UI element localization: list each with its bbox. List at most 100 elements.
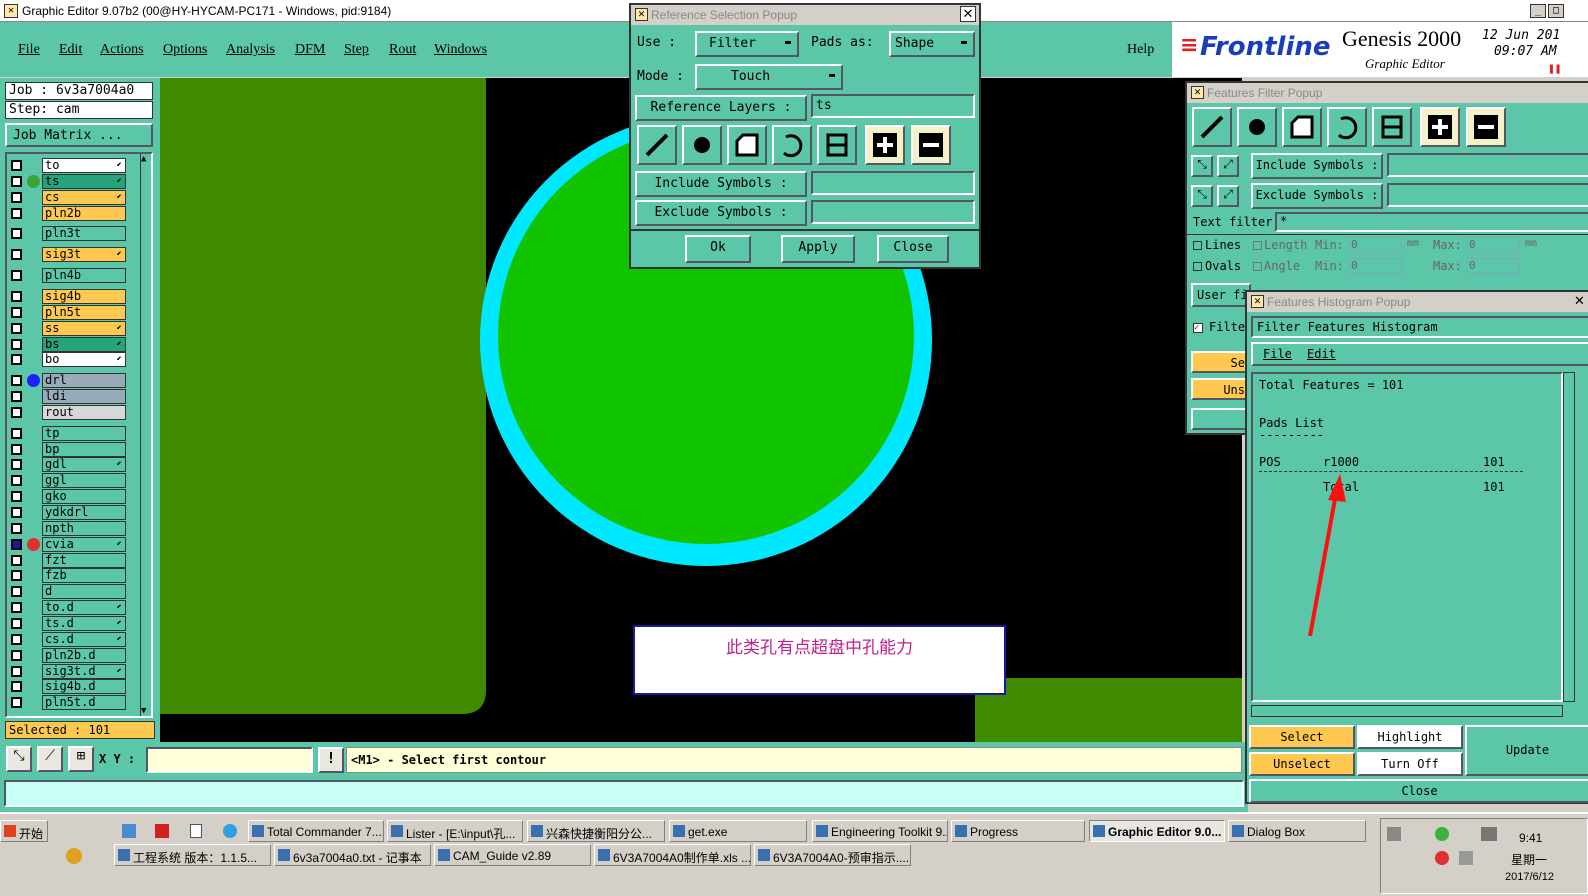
- user-filter-button[interactable]: User fi: [1191, 283, 1251, 307]
- layer-name[interactable]: sig3t.d ⬋: [42, 663, 126, 679]
- quicklaunch-icon-1[interactable]: [122, 824, 136, 838]
- line-symbol-icon[interactable]: [637, 125, 677, 165]
- layer-row[interactable]: gko: [8, 489, 126, 505]
- layer-row[interactable]: bo ⬋: [8, 352, 126, 368]
- layer-checkbox[interactable]: [11, 338, 22, 350]
- layer-name[interactable]: pln2b.d: [42, 647, 126, 663]
- filter-positive-icon[interactable]: [1420, 107, 1460, 147]
- layer-name[interactable]: bp: [42, 441, 126, 457]
- layer-name[interactable]: ydkdrl: [42, 505, 126, 520]
- taskbar-button[interactable]: CAM_Guide v2.89: [434, 844, 591, 866]
- layer-name[interactable]: gdl ⬋: [42, 457, 126, 473]
- layer-name[interactable]: sig3t ⬋: [42, 247, 126, 263]
- menu-step[interactable]: Step: [344, 42, 369, 58]
- job-matrix-button[interactable]: Job Matrix ...: [5, 123, 153, 147]
- hist-menu-file[interactable]: File: [1263, 347, 1292, 361]
- lines-checkbox[interactable]: [1193, 241, 1202, 250]
- layer-name[interactable]: pln5t.d: [42, 695, 126, 711]
- layer-checkbox[interactable]: [11, 191, 22, 203]
- scroll-up-icon[interactable]: ▲: [141, 154, 146, 164]
- layer-name[interactable]: pln3t: [42, 226, 126, 242]
- hist-hscrollbar[interactable]: [1251, 705, 1563, 717]
- layer-checkbox[interactable]: [11, 228, 22, 240]
- filter-text-icon[interactable]: [1372, 107, 1412, 147]
- network-icon[interactable]: [1481, 827, 1497, 841]
- layer-checkbox[interactable]: [11, 249, 22, 261]
- layer-checkbox[interactable]: [11, 306, 22, 318]
- taskbar-button[interactable]: Dialog Box: [1228, 820, 1366, 842]
- filter-exclude-input[interactable]: [1387, 183, 1588, 207]
- ok-button[interactable]: Ok: [685, 235, 751, 263]
- layer-row[interactable]: pln5t.d: [8, 695, 126, 711]
- length-min-input[interactable]: 0: [1348, 237, 1402, 253]
- layer-name[interactable]: rout: [42, 404, 126, 420]
- length-max-input[interactable]: 0: [1466, 237, 1520, 253]
- filter-line-icon[interactable]: [1192, 107, 1232, 147]
- layer-row[interactable]: fzt: [8, 552, 126, 568]
- xy-input[interactable]: [146, 747, 313, 773]
- layer-name[interactable]: sig4b: [42, 288, 126, 304]
- layer-name[interactable]: bo ⬋: [42, 352, 126, 368]
- layer-name[interactable]: pln5t: [42, 304, 126, 320]
- layer-row[interactable]: ggl: [8, 473, 126, 489]
- layer-row[interactable]: rout: [8, 404, 126, 420]
- layer-row[interactable]: cs.d ⬋: [8, 631, 126, 647]
- layer-row[interactable]: bp: [8, 441, 126, 457]
- layer-checkbox[interactable]: [11, 633, 22, 645]
- hist-close-button[interactable]: Close: [1249, 779, 1588, 803]
- layer-row[interactable]: to.d ⬋: [8, 600, 126, 616]
- hist-menu-edit[interactable]: Edit: [1307, 347, 1336, 361]
- layer-checkbox[interactable]: [11, 427, 22, 439]
- layer-row[interactable]: gdl ⬋: [8, 457, 126, 473]
- layer-name[interactable]: pln4b: [42, 268, 126, 284]
- filter-select-button[interactable]: Se: [1191, 351, 1251, 373]
- menu-analysis[interactable]: Analysis: [226, 42, 275, 58]
- layer-checkbox[interactable]: [11, 406, 22, 418]
- ref-popup-close-icon[interactable]: ✕: [960, 6, 976, 22]
- positive-polarity-icon[interactable]: [865, 125, 905, 165]
- use-dropdown[interactable]: Filter ▬: [695, 31, 799, 57]
- grid-snap-icon[interactable]: ⊞: [68, 746, 94, 772]
- layer-name[interactable]: ts ⬋: [42, 173, 126, 189]
- filter-unselect-button[interactable]: Uns: [1191, 378, 1251, 400]
- close-button[interactable]: Close: [877, 235, 949, 263]
- command-line[interactable]: [4, 780, 1244, 807]
- ie-icon[interactable]: [223, 824, 237, 838]
- layer-row[interactable]: ts ⬋: [8, 173, 126, 189]
- measure-icon[interactable]: ⟋: [37, 746, 63, 772]
- filter-arc-icon[interactable]: [1327, 107, 1367, 147]
- include-pick-icon[interactable]: ⤡: [1191, 155, 1213, 177]
- layer-row[interactable]: pln4b: [8, 268, 126, 284]
- layer-name[interactable]: to ⬋: [42, 158, 126, 173]
- arc-symbol-icon[interactable]: [772, 125, 812, 165]
- filter-negative-icon[interactable]: [1466, 107, 1506, 147]
- layer-name[interactable]: cs ⬋: [42, 189, 126, 205]
- reference-layers-button[interactable]: Reference Layers :: [635, 95, 807, 121]
- quicklaunch-icon-5[interactable]: [66, 848, 82, 864]
- layer-name[interactable]: cvia ⬋: [42, 536, 126, 552]
- taskbar-button[interactable]: Graphic Editor 9.0...: [1089, 820, 1225, 842]
- layer-checkbox[interactable]: [11, 391, 22, 403]
- layer-checkbox[interactable]: [11, 665, 22, 677]
- layer-name[interactable]: ss ⬋: [42, 320, 126, 336]
- layer-checkbox[interactable]: [11, 491, 22, 503]
- menu-dfm[interactable]: DFM: [295, 42, 325, 58]
- menu-file[interactable]: File: [18, 42, 40, 58]
- angle-min-input[interactable]: 0: [1348, 258, 1402, 274]
- pad-symbol-icon[interactable]: [682, 125, 722, 165]
- layer-checkbox[interactable]: [11, 697, 22, 709]
- layer-row[interactable]: pln2b.d: [8, 647, 126, 663]
- exclude-symbols-input[interactable]: [811, 200, 975, 224]
- mode-dropdown[interactable]: Touch ▬: [695, 64, 843, 90]
- layer-row[interactable]: bs ⬋: [8, 336, 126, 352]
- filter-exclude-button[interactable]: Exclude Symbols :: [1251, 183, 1383, 209]
- layer-scrollbar[interactable]: ▲ ▼: [140, 154, 151, 716]
- exclude-clear-icon[interactable]: ⤢: [1217, 185, 1239, 207]
- layer-name[interactable]: ggl: [42, 473, 126, 489]
- volume-icon[interactable]: [1459, 851, 1473, 865]
- layer-row[interactable]: drl: [8, 373, 126, 389]
- layer-checkbox[interactable]: [11, 290, 22, 302]
- layer-row[interactable]: npth: [8, 520, 126, 536]
- layer-row[interactable]: fzb: [8, 568, 126, 584]
- highlight-button[interactable]: Highlight: [1357, 725, 1463, 749]
